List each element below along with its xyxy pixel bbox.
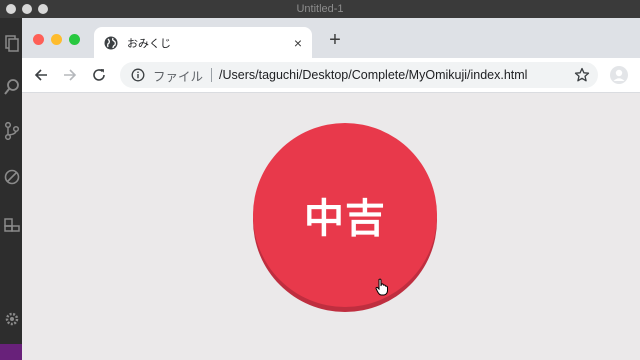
browser-toolbar: ファイル /Users/taguchi/Desktop/Complete/MyO… — [22, 58, 640, 93]
source-control-icon[interactable] — [4, 122, 20, 140]
omikuji-result-label: 中吉 — [304, 196, 386, 242]
editor-close-light[interactable] — [6, 4, 16, 14]
browser-window: おみくじ × + ファイル /Users/taguchi/Desktop/Com… — [22, 18, 640, 360]
forward-button[interactable] — [61, 66, 79, 84]
zoom-window-button[interactable] — [69, 34, 80, 45]
info-icon[interactable] — [131, 68, 145, 82]
search-icon[interactable] — [4, 78, 20, 96]
files-icon[interactable] — [4, 34, 20, 52]
gear-icon[interactable] — [4, 310, 20, 328]
page-viewport: 中吉 — [22, 93, 640, 360]
close-window-button[interactable] — [33, 34, 44, 45]
user-icon — [613, 69, 625, 81]
reload-icon — [93, 69, 105, 81]
editor-title: Untitled-1 — [296, 3, 344, 15]
editor-activity-bar — [0, 18, 22, 360]
star-icon[interactable] — [574, 67, 590, 83]
tab-strip: おみくじ × + — [22, 18, 640, 58]
browser-window-controls — [33, 34, 80, 45]
editor-minimize-light[interactable] — [22, 4, 32, 14]
tab-close-button[interactable]: × — [294, 36, 302, 50]
editor-zoom-light[interactable] — [38, 4, 48, 14]
omnibox-separator — [211, 68, 213, 82]
back-button[interactable] — [32, 66, 50, 84]
arrow-right-icon — [64, 69, 77, 81]
minimize-window-button[interactable] — [51, 34, 62, 45]
remote-indicator[interactable] — [0, 344, 22, 360]
reload-button[interactable] — [90, 66, 108, 84]
new-tab-button[interactable]: + — [325, 30, 345, 51]
debug-icon[interactable] — [4, 168, 20, 186]
extensions-icon[interactable] — [4, 214, 20, 232]
hand-pointer-icon — [375, 278, 388, 296]
tab-title: おみくじ — [127, 37, 171, 50]
tab-omikuji[interactable]: おみくじ × — [94, 27, 312, 58]
url-text[interactable]: /Users/taguchi/Desktop/Complete/MyOmikuj… — [219, 68, 527, 82]
profile-avatar[interactable] — [610, 66, 628, 84]
omikuji-button[interactable]: 中吉 — [253, 123, 437, 307]
editor-window-controls — [6, 4, 48, 14]
editor-titlebar: Untitled-1 — [0, 0, 640, 18]
arrow-left-icon — [34, 69, 47, 81]
globe-icon — [104, 36, 118, 49]
scheme-label: ファイル — [153, 69, 204, 84]
address-bar[interactable]: ファイル /Users/taguchi/Desktop/Complete/MyO… — [120, 62, 598, 88]
